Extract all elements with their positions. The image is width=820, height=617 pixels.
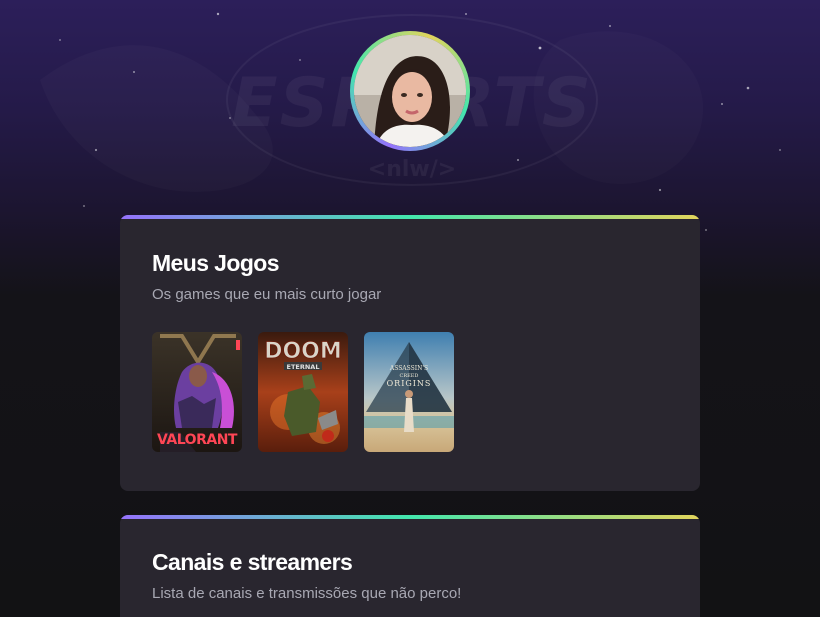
svg-text:DOOM: DOOM: [264, 339, 342, 364]
section-title: Canais e streamers: [152, 549, 353, 575]
section-subtitle: Lista de canais e transmissões que não p…: [152, 585, 462, 602]
avatar: [350, 31, 470, 151]
svg-text:ETERNAL: ETERNAL: [287, 363, 320, 371]
games-section: Meus Jogos Os games que eu mais curto jo…: [120, 215, 700, 491]
background-logo-subtext: <nlw/>: [368, 157, 456, 182]
assassins-creed-origins-cover-icon[interactable]: ASSASSIN'S CREED ORIGINS: [364, 332, 454, 452]
valorant-cover-icon[interactable]: VALORANT: [152, 332, 242, 452]
games-list: VALORANT DOOM ETERNAL ASSASSIN'S CREED O…: [152, 332, 454, 452]
svg-text:VALORANT: VALORANT: [157, 432, 238, 448]
svg-text:ORIGINS: ORIGINS: [387, 379, 432, 388]
streamers-section: Canais e streamers Lista de canais e tra…: [120, 515, 700, 617]
section-subtitle: Os games que eu mais curto jogar: [152, 286, 382, 303]
profile-photo-icon: [354, 35, 466, 147]
svg-text:ASSASSIN'S: ASSASSIN'S: [389, 365, 428, 372]
doom-eternal-cover-icon[interactable]: DOOM ETERNAL: [258, 332, 348, 452]
section-title: Meus Jogos: [152, 250, 280, 276]
